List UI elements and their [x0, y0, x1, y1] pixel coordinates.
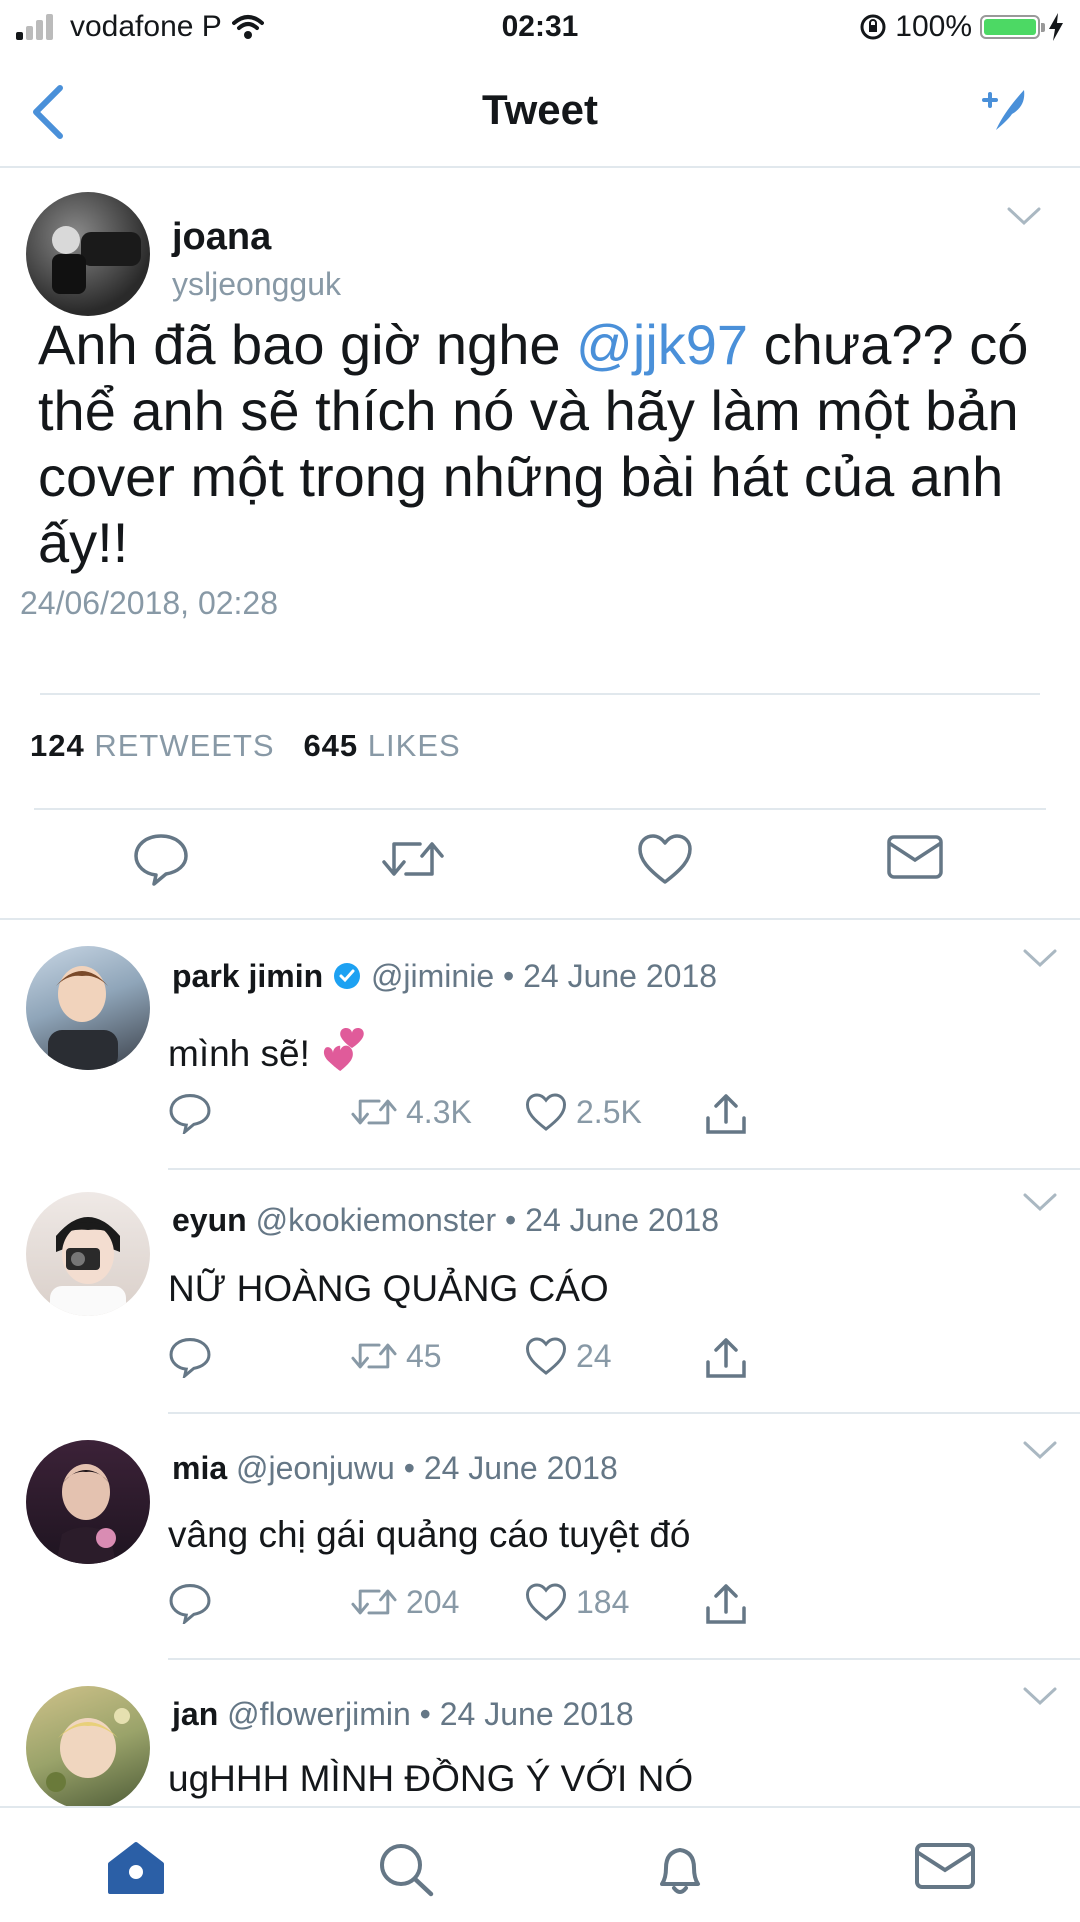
likes-count[interactable]: 645 [303, 728, 358, 763]
reply-header: mia @jeonjuwu • 24 June 2018 [172, 1450, 618, 1487]
reply-button[interactable] [168, 1582, 212, 1624]
compose-tweet-icon [982, 90, 1025, 130]
retweet-count: 45 [406, 1337, 442, 1374]
tweet-mention-link[interactable]: @jjk97 [576, 313, 748, 376]
divider [34, 808, 1046, 810]
reply-avatar[interactable] [26, 1686, 150, 1810]
reply-options-chevron-icon[interactable] [1022, 1192, 1058, 1212]
reply-action-bar: 4.3K 2.5K [168, 1092, 788, 1142]
reply-header: eyun @kookiemonster • 24 June 2018 [172, 1202, 719, 1239]
author-avatar[interactable] [26, 192, 150, 316]
reply-header: jan @flowerjimin • 24 June 2018 [172, 1696, 634, 1733]
reply-text-content: mình sẽ! [168, 1033, 310, 1074]
retweet-icon [351, 1589, 397, 1615]
reply-options-chevron-icon[interactable] [1022, 948, 1058, 968]
reply-options-chevron-icon[interactable] [1022, 1686, 1058, 1706]
retweet-icon[interactable] [380, 832, 446, 886]
retweet-count: 4.3K [406, 1093, 472, 1130]
reply-header: park jimin @jiminie • 24 June 2018 [172, 958, 717, 995]
two-hearts-icon [324, 1028, 364, 1071]
reply-meta: @jeonjuwu • 24 June 2018 [236, 1450, 618, 1486]
retweet-button[interactable]: 4.3K [350, 1092, 472, 1132]
home-icon[interactable] [104, 1840, 168, 1896]
divider [0, 918, 1080, 920]
reply-avatar[interactable] [26, 1440, 150, 1564]
battery-icon [980, 15, 1045, 39]
reply-icon [169, 1584, 211, 1624]
charging-icon [1049, 13, 1063, 41]
author-handle[interactable]: ysljeongguk [172, 266, 341, 303]
divider [40, 693, 1040, 695]
like-button[interactable]: 184 [524, 1582, 629, 1622]
like-count: 2.5K [576, 1093, 642, 1130]
like-heart-icon[interactable] [636, 832, 694, 886]
tweet-text: Anh đã bao giờ nghe @jjk97 chưa?? có thể… [38, 312, 1048, 576]
like-count: 184 [576, 1583, 630, 1620]
tab-bar [0, 1806, 1080, 1922]
like-button[interactable]: 24 [524, 1336, 612, 1376]
tweet-action-bar [0, 832, 1080, 892]
share-button[interactable] [704, 1336, 748, 1380]
page-title: Tweet [482, 86, 598, 133]
retweet-icon [351, 1099, 397, 1125]
reply-button[interactable] [168, 1336, 212, 1378]
orientation-lock-icon [860, 14, 886, 40]
reply-text: NỮ HOÀNG QUẢNG CÁO [168, 1268, 609, 1309]
verified-badge-icon [334, 963, 361, 989]
reply-text: ugHHH MÌNH ĐỒNG Ý VỚI NÓ [168, 1758, 694, 1799]
reply-text: vâng chị gái quảng cáo tuyệt đó [168, 1514, 691, 1555]
reply-action-bar: 204 184 [168, 1582, 788, 1632]
reply-icon [169, 1338, 211, 1378]
reply-meta: @kookiemonster • 24 June 2018 [255, 1202, 720, 1238]
like-heart-icon [525, 1093, 567, 1131]
reply-button[interactable] [168, 1092, 212, 1134]
status-bar: vodafone P 02:31 100% [0, 0, 1080, 58]
divider [168, 1168, 1080, 1170]
retweets-count[interactable]: 124 [30, 728, 85, 763]
retweet-button[interactable]: 45 [350, 1336, 442, 1376]
likes-label[interactable]: LIKES [368, 728, 461, 763]
direct-message-icon[interactable] [886, 832, 944, 882]
reply-author-name[interactable]: mia [172, 1450, 227, 1486]
reply-options-chevron-icon[interactable] [1022, 1440, 1058, 1460]
like-count: 24 [576, 1337, 612, 1374]
retweet-icon [351, 1343, 397, 1369]
author-name[interactable]: joana [172, 216, 271, 259]
reply-author-name[interactable]: jan [172, 1696, 218, 1732]
retweet-count: 204 [406, 1583, 460, 1620]
reply-author-name[interactable]: park jimin [172, 958, 323, 994]
reply-avatar[interactable] [26, 1192, 150, 1316]
reply-icon [169, 1094, 211, 1134]
share-icon [706, 1094, 746, 1134]
battery-percent: 100% [895, 10, 972, 43]
reply-meta: @flowerjimin • 24 June 2018 [227, 1696, 634, 1732]
tweet-stats: 124 RETWEETS 645 LIKES [30, 728, 461, 764]
divider [168, 1412, 1080, 1414]
tweet-text-before: Anh đã bao giờ nghe [38, 313, 577, 376]
tweet-options-chevron-icon[interactable] [1006, 206, 1042, 226]
reply-icon[interactable] [132, 832, 190, 886]
divider [168, 1658, 1080, 1660]
share-button[interactable] [704, 1582, 748, 1626]
status-right: 100% [859, 10, 1064, 44]
nav-header: Tweet [0, 58, 1080, 168]
notifications-icon[interactable] [650, 1840, 710, 1900]
reply-meta: @jiminie • 24 June 2018 [370, 958, 718, 994]
compose-button[interactable] [982, 84, 1032, 139]
search-icon[interactable] [376, 1840, 436, 1898]
tweet-timestamp: 24/06/2018, 02:28 [20, 585, 279, 621]
share-icon [706, 1338, 746, 1378]
like-heart-icon [525, 1583, 567, 1621]
reply-avatar[interactable] [26, 946, 150, 1070]
share-icon [706, 1584, 746, 1624]
like-button[interactable]: 2.5K [524, 1092, 642, 1132]
retweet-button[interactable]: 204 [350, 1582, 459, 1622]
reply-author-name[interactable]: eyun [172, 1202, 247, 1238]
messages-icon[interactable] [914, 1840, 976, 1892]
retweets-label[interactable]: RETWEETS [94, 728, 274, 763]
reply-text: mình sẽ! [168, 1024, 376, 1078]
share-button[interactable] [704, 1092, 748, 1136]
reply-action-bar: 45 24 [168, 1336, 788, 1386]
like-heart-icon [525, 1337, 567, 1375]
